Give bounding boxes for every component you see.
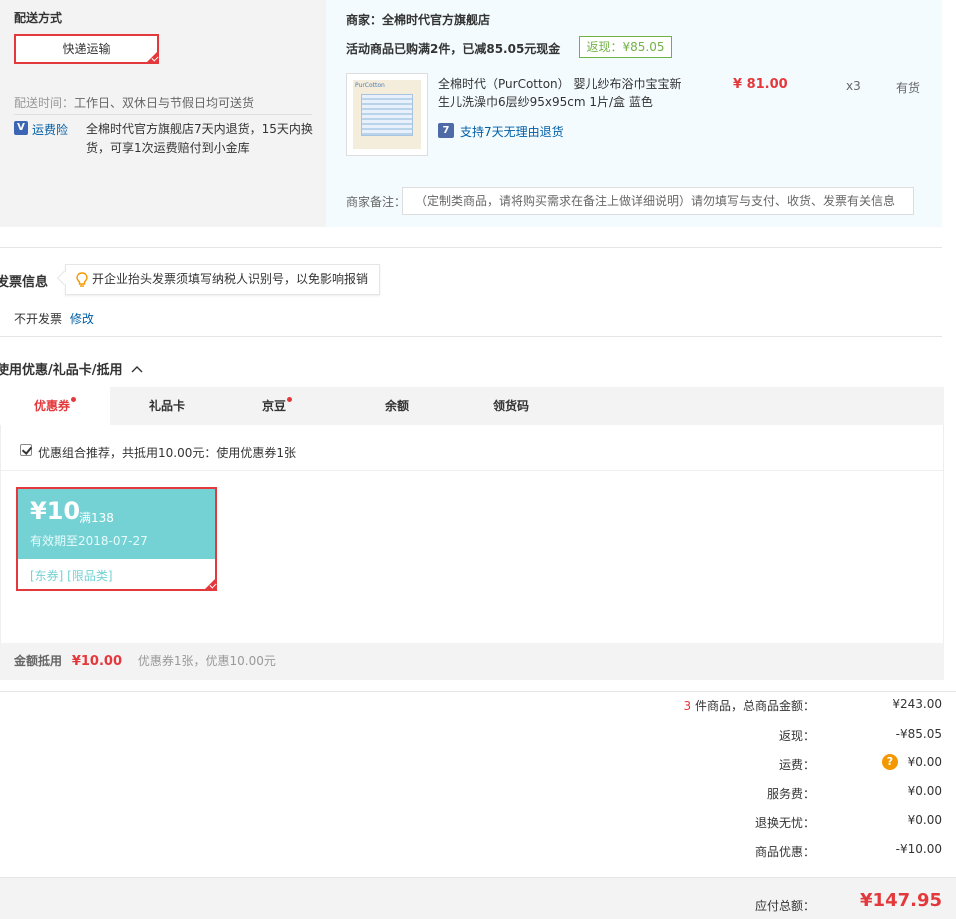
shipping-divider: [14, 114, 312, 115]
product-image-graphic: [361, 94, 413, 136]
product-title-line1: 全棉时代（PurCotton） 婴儿纱布浴巾宝宝新: [438, 77, 682, 91]
worry-free-return-label: 退换无忧：: [754, 816, 815, 830]
coupon-condition: 满138: [79, 511, 114, 525]
freight-label: 运费：: [778, 758, 815, 772]
shield-icon: V: [14, 121, 28, 135]
product-quantity: x3: [846, 79, 861, 93]
express-shipping-label: 快递运输: [62, 42, 111, 56]
goods-total-value: ¥243.00: [892, 697, 942, 711]
selected-check-icon: [145, 50, 159, 64]
amount-deduction-label: 金额抵用: [14, 654, 63, 668]
merchant-label: 商家：: [346, 13, 383, 27]
merchant-remark-input[interactable]: （定制类商品，请将购买需求在备注上做详细说明）请勿填写与支付、收货、发票有关信息: [402, 187, 914, 215]
tab-coupon[interactable]: 优惠券: [0, 387, 110, 425]
freight-value: ¥0.00: [907, 755, 942, 769]
tab-gift-card-label: 礼品卡: [148, 399, 185, 413]
discount-title: 使用优惠/礼品卡/抵用: [0, 363, 123, 378]
selected-check-icon: [203, 577, 217, 591]
freight-insurance-line2: 货，可享1次运费赔付到小金库: [86, 141, 250, 155]
item-count-suffix: 件商品，总商品金额：: [691, 699, 815, 713]
product-title-line2: 生儿洗澡巾6层纱95x95cm 1片/盒 蓝色: [438, 95, 653, 109]
section-divider: [0, 336, 942, 337]
merchant-name: 商家：全棉时代官方旗舰店: [346, 11, 490, 28]
tab-balance-label: 余额: [384, 399, 409, 413]
product-stock: 有货: [896, 81, 921, 95]
tab-redeem-code-label: 领货码: [492, 399, 529, 413]
discount-section-toggle[interactable]: 使用优惠/礼品卡/抵用: [0, 359, 143, 378]
merchant-name-value: 全棉时代官方旗舰店: [382, 13, 491, 27]
cashback-label: 返现：: [778, 729, 815, 743]
product-brand-logo: PurCotton: [355, 82, 385, 89]
product-thumbnail[interactable]: PurCotton: [346, 73, 428, 156]
payable-label: 应付总额：: [754, 899, 815, 913]
invoice-status-text: 不开发票: [14, 312, 63, 326]
delivery-time: 配送时间：工作日、双休日与节假日均可送货: [14, 94, 254, 111]
return-policy-text: 支持7天无理由退货: [460, 125, 564, 139]
notification-dot: [71, 397, 76, 402]
coupon-validity: 有效期至2018-07-27: [30, 534, 148, 548]
coupon-amount: ¥10: [30, 497, 81, 525]
coupon-header: ¥10 满138 有效期至2018-07-27: [18, 489, 215, 559]
shipping-title: 配送方式: [14, 11, 63, 25]
service-fee-label: 服务费：: [766, 787, 815, 801]
product-discount-label: 商品优惠：: [754, 845, 815, 859]
discount-tabs: 优惠券 礼品卡 京豆 余额 领货码: [0, 387, 944, 425]
promo-text: 活动商品已购满2件，已减85.05元现金: [346, 42, 561, 56]
invoice-status: 不开发票 修改: [14, 310, 94, 327]
invoice-modify-link[interactable]: 修改: [70, 312, 94, 326]
amount-deduction-detail: 优惠券1张，优惠10.00元: [137, 654, 276, 668]
freight-insurance-desc: 全棉时代官方旗舰店7天内退货，15天内换 货，可享1次运费赔付到小金库: [86, 120, 313, 158]
section-divider: [0, 691, 956, 692]
lightbulb-icon: [76, 272, 88, 287]
amount-deduction-bar: 金额抵用 ¥10.00 优惠券1张，优惠10.00元: [0, 643, 944, 680]
section-divider: [0, 247, 942, 248]
tab-redeem-code[interactable]: 领货码: [456, 387, 566, 425]
freight-insurance-line1: 全棉时代官方旗舰店7天内退货，15天内换: [86, 122, 313, 136]
goods-total-label: 3 件商品，总商品金额：: [684, 697, 815, 714]
delivery-time-value: 工作日、双休日与节假日均可送货: [74, 96, 255, 110]
product-image: PurCotton: [353, 80, 421, 149]
amount-deduction-value: ¥10.00: [71, 654, 123, 669]
service-fee-value: ¥0.00: [907, 784, 942, 798]
combo-recommend-checkbox[interactable]: [20, 444, 32, 456]
cashback-badge: 返现：¥85.05: [579, 36, 672, 58]
express-shipping-button[interactable]: 快递运输: [14, 34, 159, 64]
seven-day-return-icon: 7: [438, 123, 454, 138]
chevron-up-icon: [131, 366, 143, 373]
product-price: ¥ 81.00: [733, 77, 788, 92]
product-title[interactable]: 全棉时代（PurCotton） 婴儿纱布浴巾宝宝新 生儿洗澡巾6层纱95x95c…: [438, 75, 681, 111]
coupon-tags: [东券] [限品类]: [30, 569, 113, 583]
coupon-divider: [0, 470, 944, 471]
payable-amount: ¥147.95: [860, 890, 942, 911]
invoice-tip: 开企业抬头发票须填写纳税人识别号，以免影响报销: [65, 264, 380, 295]
notification-dot: [287, 397, 292, 402]
tab-jd-beans[interactable]: 京豆: [222, 387, 332, 425]
combo-recommend-text: 优惠组合推荐，共抵用10.00元：使用优惠券1张: [38, 446, 296, 460]
tab-gift-card[interactable]: 礼品卡: [112, 387, 222, 425]
tab-jd-beans-label: 京豆: [261, 399, 286, 413]
help-icon[interactable]: ?: [882, 754, 898, 770]
product-discount-value: -¥10.00: [895, 842, 942, 856]
tab-balance[interactable]: 余额: [342, 387, 452, 425]
worry-free-return-value: ¥0.00: [907, 813, 942, 827]
cashback-value: -¥85.05: [895, 727, 942, 741]
coupon-card[interactable]: ¥10 满138 有效期至2018-07-27 [东券] [限品类]: [16, 487, 217, 591]
tab-coupon-label: 优惠券: [33, 399, 70, 413]
invoice-title: 发票信息: [0, 275, 49, 290]
freight-insurance-link[interactable]: 运费险: [32, 121, 68, 138]
merchant-remark-label: 商家备注：: [346, 195, 407, 209]
delivery-time-label: 配送时间：: [14, 96, 75, 110]
